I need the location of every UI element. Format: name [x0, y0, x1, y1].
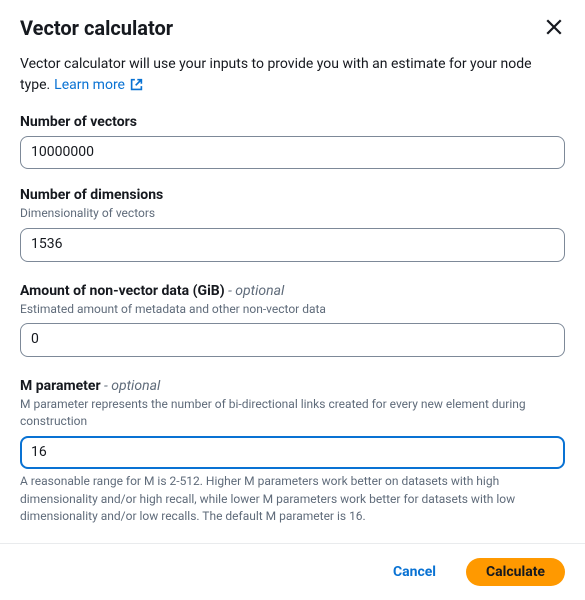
external-link-icon	[130, 78, 143, 95]
vectors-label: Number of vectors	[20, 114, 565, 130]
mparam-help: A reasonable range for M is 2-512. Highe…	[20, 473, 565, 525]
nonvector-input[interactable]	[20, 323, 565, 357]
calculate-button[interactable]: Calculate	[466, 558, 565, 586]
cancel-button[interactable]: Cancel	[373, 558, 456, 586]
nonvector-label-row: Amount of non-vector data (GiB) - option…	[20, 280, 565, 299]
modal-footer: Cancel Calculate	[0, 544, 585, 600]
nonvector-label: Amount of non-vector data (GiB)	[20, 283, 225, 299]
close-icon[interactable]	[543, 16, 565, 43]
field-number-of-dimensions: Number of dimensions Dimensionality of v…	[20, 187, 565, 261]
nonvector-hint: Estimated amount of metadata and other n…	[20, 301, 565, 318]
mparam-label-row: M parameter - optional	[20, 375, 565, 394]
mparam-optional: - optional	[101, 378, 161, 394]
nonvector-optional: - optional	[225, 283, 285, 299]
modal-description-row: Vector calculator will use your inputs t…	[20, 53, 565, 96]
dimensions-input[interactable]	[20, 228, 565, 262]
field-non-vector-data: Amount of non-vector data (GiB) - option…	[20, 280, 565, 357]
learn-more-text: Learn more	[54, 77, 125, 93]
vector-calculator-modal: Vector calculator Vector calculator will…	[0, 0, 585, 525]
mparam-input[interactable]	[20, 436, 565, 470]
learn-more-link[interactable]: Learn more	[54, 77, 143, 93]
dimensions-hint: Dimensionality of vectors	[20, 205, 565, 222]
vectors-input[interactable]	[20, 136, 565, 170]
mparam-hint: M parameter represents the number of bi-…	[20, 396, 565, 430]
mparam-label: M parameter	[20, 378, 101, 394]
modal-header: Vector calculator	[20, 16, 565, 43]
dimensions-label: Number of dimensions	[20, 187, 565, 203]
field-m-parameter: M parameter - optional M parameter repre…	[20, 375, 565, 525]
field-number-of-vectors: Number of vectors	[20, 114, 565, 170]
modal-title: Vector calculator	[20, 16, 173, 40]
